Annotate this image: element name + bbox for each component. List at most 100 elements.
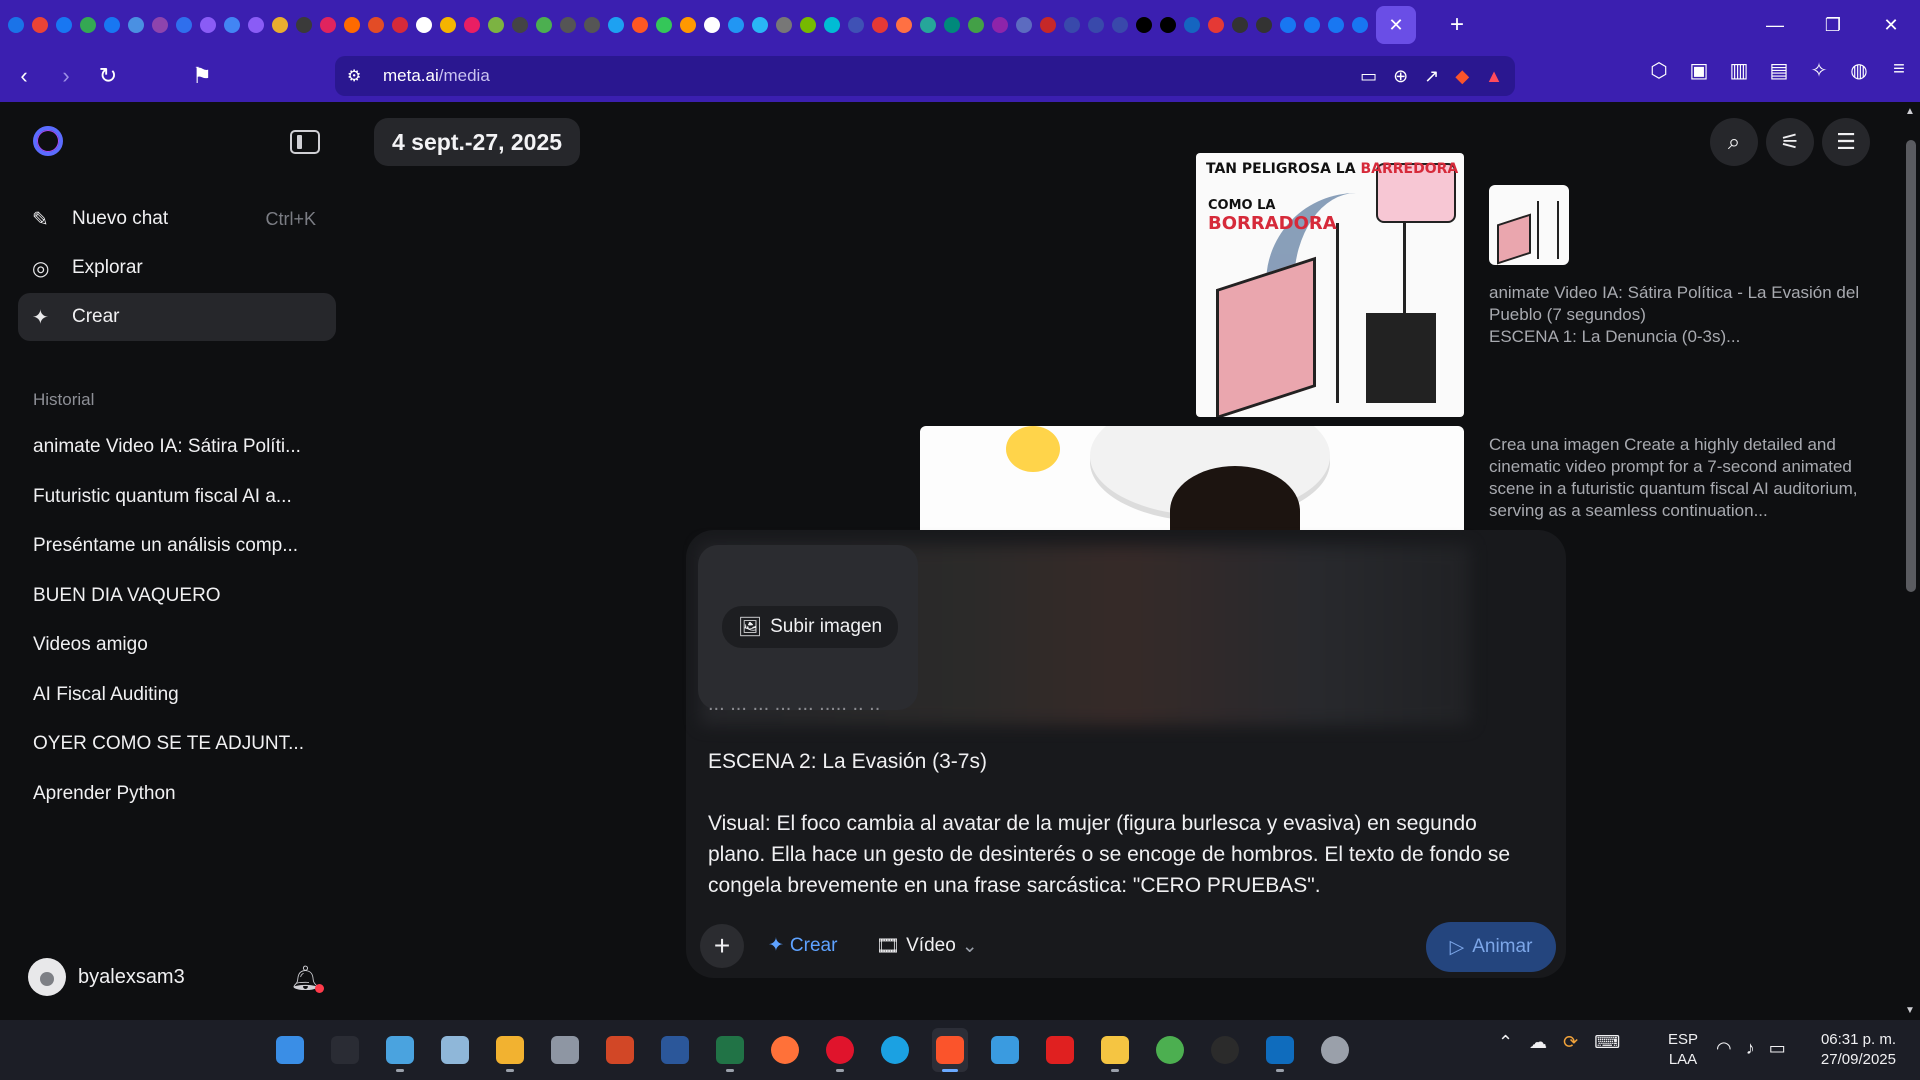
taskbar-app-opera[interactable]: [822, 1028, 858, 1072]
browser-tab[interactable]: [1012, 0, 1036, 50]
page-scrollbar[interactable]: ▲ ▼: [1900, 102, 1920, 1020]
site-info-icon[interactable]: ⚙: [347, 66, 375, 86]
browser-tab[interactable]: [388, 0, 412, 50]
scrollbar-thumb[interactable]: [1906, 140, 1916, 592]
media-thumbnail[interactable]: [1489, 185, 1569, 265]
browser-tab[interactable]: [1060, 0, 1084, 50]
wallet-icon[interactable]: ▤: [1768, 58, 1790, 83]
browser-tab[interactable]: [316, 0, 340, 50]
browser-tab[interactable]: [52, 0, 76, 50]
browser-tab[interactable]: [748, 0, 772, 50]
browser-tab[interactable]: [100, 0, 124, 50]
address-bar[interactable]: ⚙ meta.ai/media ▭ ⊕ ↗ ◆ ▲: [335, 56, 1515, 96]
taskbar-app-powerpoint[interactable]: [602, 1028, 638, 1072]
filter-icon[interactable]: ⚟: [1766, 118, 1814, 166]
browser-tab[interactable]: [460, 0, 484, 50]
sidebar-toggle-icon[interactable]: ▥: [1728, 58, 1750, 83]
animate-button[interactable]: ▷ Animar: [1426, 922, 1556, 972]
browser-tab[interactable]: [1348, 0, 1372, 50]
browser-tab[interactable]: [916, 0, 940, 50]
browser-tab[interactable]: [28, 0, 52, 50]
history-item[interactable]: Aprender Python: [33, 783, 323, 805]
browser-tab[interactable]: [820, 0, 844, 50]
browser-tab[interactable]: [436, 0, 460, 50]
media-card-cartoon[interactable]: TAN PELIGROSA LA BARREDORA COMO LA BORRAD…: [1196, 153, 1464, 417]
quick-settings[interactable]: ◠ ♪ ▭: [1716, 1038, 1786, 1059]
browser-tab[interactable]: [1132, 0, 1156, 50]
browser-tab[interactable]: [796, 0, 820, 50]
history-item[interactable]: Futuristic quantum fiscal AI a...: [33, 486, 323, 508]
browser-tab[interactable]: [76, 0, 100, 50]
history-item[interactable]: Videos amigo: [33, 634, 323, 656]
taskbar-app-windows-start[interactable]: [272, 1028, 308, 1072]
taskbar-app-word[interactable]: [657, 1028, 693, 1072]
restore-icon[interactable]: ❐: [1804, 0, 1862, 50]
taskbar-app-app[interactable]: [987, 1028, 1023, 1072]
browser-tab[interactable]: [940, 0, 964, 50]
browser-tab[interactable]: [148, 0, 172, 50]
video-mode-dropdown[interactable]: 🎞︎ Vídeo ⌄: [876, 934, 978, 958]
browser-tab[interactable]: [292, 0, 316, 50]
taskbar-app-tool[interactable]: [492, 1028, 528, 1072]
browser-tab[interactable]: [556, 0, 580, 50]
list-view-icon[interactable]: ☰: [1822, 118, 1870, 166]
browser-tab[interactable]: [1180, 0, 1204, 50]
browser-tab[interactable]: [1276, 0, 1300, 50]
bell-icon[interactable]: 🔔︎: [290, 964, 325, 993]
history-item[interactable]: BUEN DIA VAQUERO: [33, 585, 323, 607]
browser-tab[interactable]: [268, 0, 292, 50]
history-item[interactable]: Preséntame un análisis comp...: [33, 535, 323, 557]
chevron-up-icon[interactable]: ⌃: [1498, 1032, 1513, 1053]
browser-tab[interactable]: [652, 0, 676, 50]
history-item[interactable]: animate Video IA: Sátira Políti...: [33, 436, 323, 458]
browser-tab[interactable]: [868, 0, 892, 50]
sync-icon[interactable]: ⟳: [1563, 1032, 1578, 1053]
browser-tab[interactable]: [484, 0, 508, 50]
taskbar-app-edge[interactable]: [877, 1028, 913, 1072]
taskbar-app-settings[interactable]: [547, 1028, 583, 1072]
browser-tab[interactable]: [1228, 0, 1252, 50]
browser-tab[interactable]: [1300, 0, 1324, 50]
browser-tab[interactable]: [1324, 0, 1348, 50]
share-icon[interactable]: ↗: [1424, 66, 1439, 87]
bookmark-icon[interactable]: ⚑: [184, 58, 220, 94]
browser-tab[interactable]: [604, 0, 628, 50]
collapse-sidebar-icon[interactable]: [290, 130, 320, 154]
browser-tab[interactable]: [172, 0, 196, 50]
add-attachment-button[interactable]: +: [700, 924, 744, 968]
meta-ai-logo[interactable]: [33, 126, 63, 156]
reload-icon[interactable]: ↻: [90, 58, 126, 94]
minimize-icon[interactable]: —: [1746, 0, 1804, 50]
browser-tab[interactable]: [4, 0, 28, 50]
browser-tab[interactable]: [892, 0, 916, 50]
extensions-icon[interactable]: ⬡: [1648, 58, 1670, 83]
taskbar-app-maps[interactable]: [1152, 1028, 1188, 1072]
browser-tab[interactable]: [340, 0, 364, 50]
taskbar-app-chatgpt[interactable]: [1207, 1028, 1243, 1072]
browser-tab[interactable]: [220, 0, 244, 50]
taskbar-app-photos[interactable]: [437, 1028, 473, 1072]
browser-tab[interactable]: [1036, 0, 1060, 50]
browser-tab[interactable]: [412, 0, 436, 50]
keyboard-icon[interactable]: ⌨: [1594, 1032, 1620, 1053]
taskbar-app-notepad[interactable]: [382, 1028, 418, 1072]
taskbar-app-acrobat[interactable]: [1042, 1028, 1078, 1072]
browser-tab[interactable]: [628, 0, 652, 50]
browser-tab[interactable]: [772, 0, 796, 50]
brave-rewards-icon[interactable]: ▲: [1485, 66, 1503, 87]
taskbar-app-explorer[interactable]: [1097, 1028, 1133, 1072]
media-card-cap[interactable]: [920, 426, 1464, 534]
browser-tab[interactable]: [1252, 0, 1276, 50]
browser-tab[interactable]: [580, 0, 604, 50]
back-icon[interactable]: ‹: [6, 58, 42, 94]
clock[interactable]: 06:31 p. m. 27/09/2025: [1821, 1030, 1896, 1070]
tab-search-icon[interactable]: ▣: [1688, 58, 1710, 83]
browser-tab[interactable]: [676, 0, 700, 50]
cast-icon[interactable]: ▭: [1360, 66, 1377, 87]
vpn-icon[interactable]: ◍: [1848, 58, 1870, 83]
browser-tab[interactable]: [1084, 0, 1108, 50]
search-icon[interactable]: ⌕: [1710, 118, 1758, 166]
history-item[interactable]: OYER COMO SE TE ADJUNT...: [33, 733, 323, 755]
leo-ai-icon[interactable]: ✧: [1808, 58, 1830, 83]
taskbar-app-brave[interactable]: [932, 1028, 968, 1072]
